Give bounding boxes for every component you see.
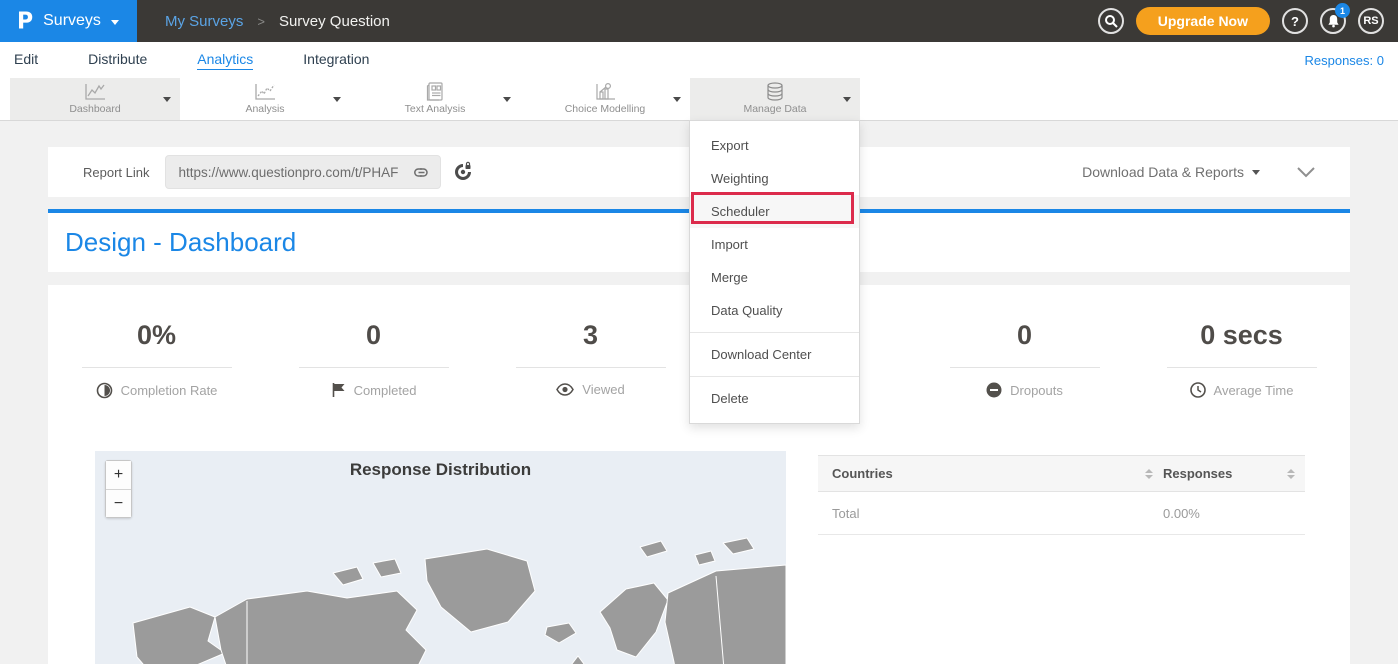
search-icon (1104, 14, 1118, 28)
download-data-reports-dropdown[interactable]: Download Data & Reports (1082, 164, 1260, 180)
globe-lock-icon[interactable] (452, 161, 474, 183)
menu-item-download-center[interactable]: Download Center (690, 338, 859, 371)
breadcrumb: My Surveys > Survey Question (165, 13, 390, 30)
menu-item-import[interactable]: Import (690, 228, 859, 261)
caret-down-icon (333, 97, 341, 102)
stat-dropouts: 0 Dropouts (916, 320, 1133, 399)
caret-down-icon (673, 97, 681, 102)
survey-nav: Edit Distribute Analytics Integration Re… (0, 42, 1398, 78)
stat-completed: 0 Completed (265, 320, 482, 399)
stat-average-time: 0 secs Average Time (1133, 320, 1350, 399)
caret-down-icon (163, 97, 171, 102)
sort-icon[interactable] (1145, 469, 1153, 479)
product-name: Surveys (43, 12, 101, 30)
menu-divider (690, 376, 859, 377)
tab-choice-modelling[interactable]: Choice Modelling (520, 78, 690, 120)
tab-text-analysis[interactable]: Text Analysis (350, 78, 520, 120)
avatar-initials: RS (1363, 15, 1378, 27)
minus-circle-icon (986, 382, 1002, 398)
map-title: Response Distribution (95, 460, 786, 480)
total-responses-value: 0.00% (1163, 506, 1200, 521)
line-chart-icon (84, 83, 106, 101)
zoom-out-button[interactable]: − (106, 489, 131, 517)
total-label: Total (832, 506, 859, 521)
text-analysis-icon (426, 83, 444, 101)
report-link-label: Report Link (83, 165, 149, 180)
countries-table-header: Countries Responses (818, 455, 1305, 492)
caret-down-icon (503, 97, 511, 102)
flag-icon (331, 382, 346, 398)
menu-item-weighting[interactable]: Weighting (690, 162, 859, 195)
world-map (95, 481, 786, 664)
nav-edit[interactable]: Edit (14, 51, 38, 69)
chevron-down-icon[interactable] (1296, 166, 1316, 178)
caret-down-icon (843, 97, 851, 102)
database-icon (765, 83, 785, 101)
choice-modelling-icon (594, 83, 616, 101)
surveys-product-menu[interactable]: P Surveys (0, 0, 137, 42)
tab-manage-data[interactable]: Manage Data (690, 78, 860, 120)
stat-viewed: 3 Viewed (482, 320, 699, 399)
caret-down-icon (1252, 170, 1260, 175)
manage-data-menu: Export Weighting Scheduler Import Merge … (689, 120, 860, 424)
menu-item-data-quality[interactable]: Data Quality (690, 294, 859, 327)
help-icon: ? (1291, 14, 1299, 29)
tab-dashboard[interactable]: Dashboard (10, 78, 180, 120)
breadcrumb-current: Survey Question (279, 13, 390, 30)
map-zoom-control: + − (105, 460, 132, 518)
questionpro-logo: P (17, 8, 33, 34)
table-row: Total 0.00% (818, 492, 1305, 535)
topbar-actions: Upgrade Now ? 1 RS (1098, 7, 1398, 35)
help-button[interactable]: ? (1282, 8, 1308, 34)
caret-down-icon (111, 20, 119, 25)
menu-item-export[interactable]: Export (690, 129, 859, 162)
nav-integration[interactable]: Integration (303, 51, 369, 69)
app-window: P Surveys My Surveys > Survey Question U… (0, 0, 1398, 664)
notification-badge: 1 (1335, 3, 1350, 18)
search-button[interactable] (1098, 8, 1124, 34)
countries-column-header[interactable]: Countries (832, 466, 893, 481)
report-link-input[interactable] (165, 155, 441, 189)
menu-item-delete[interactable]: Delete (690, 382, 859, 415)
link-icon[interactable] (413, 164, 430, 181)
nav-distribute[interactable]: Distribute (88, 51, 147, 69)
breadcrumb-separator: > (257, 14, 265, 29)
avatar[interactable]: RS (1358, 8, 1384, 34)
eye-icon (556, 383, 574, 396)
responses-column-header[interactable]: Responses (1163, 466, 1232, 481)
tab-analysis[interactable]: Analysis (180, 78, 350, 120)
responses-count: Responses: 0 (1305, 53, 1385, 68)
countries-table: Countries Responses Total 0.00% (818, 455, 1305, 535)
menu-divider (690, 332, 859, 333)
menu-item-merge[interactable]: Merge (690, 261, 859, 294)
zoom-in-button[interactable]: + (106, 461, 131, 489)
upgrade-now-button[interactable]: Upgrade Now (1136, 7, 1270, 35)
notifications-button[interactable]: 1 (1320, 8, 1346, 34)
analysis-chart-icon (254, 83, 276, 101)
response-distribution-map[interactable]: Response Distribution + − (95, 451, 786, 664)
completion-rate-icon (96, 382, 113, 399)
clock-icon (1190, 382, 1206, 398)
top-bar: P Surveys My Surveys > Survey Question U… (0, 0, 1398, 42)
breadcrumb-my-surveys[interactable]: My Surveys (165, 13, 243, 30)
nav-analytics[interactable]: Analytics (197, 51, 253, 70)
sort-icon[interactable] (1287, 469, 1295, 479)
analytics-toolbar: Dashboard Analysis Text Analysis Choice … (0, 78, 1398, 121)
menu-item-scheduler[interactable]: Scheduler (690, 195, 859, 228)
stat-completion-rate: 0% Completion Rate (48, 320, 265, 399)
